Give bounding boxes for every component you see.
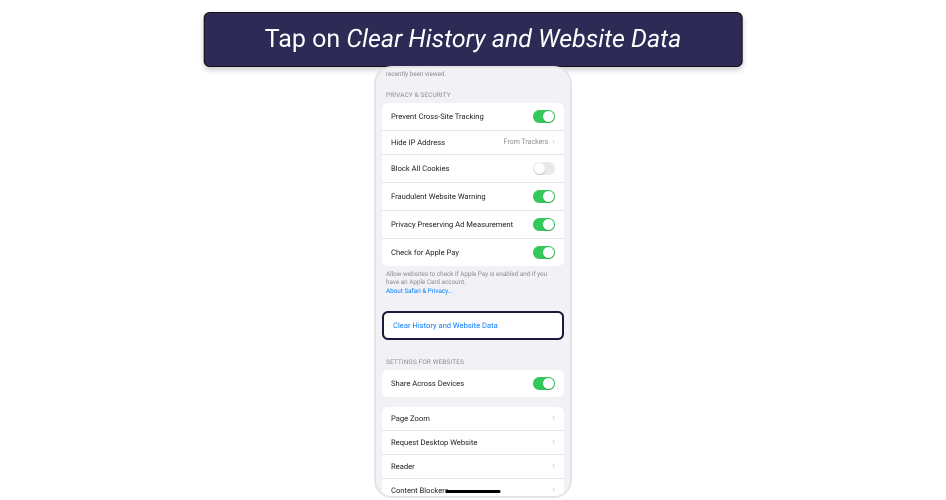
row-label: Hide IP Address — [391, 138, 504, 147]
toggle-on[interactable] — [533, 110, 555, 123]
privacy-footer: Allow websites to check if Apple Pay is … — [376, 266, 570, 302]
privacy-ad-row[interactable]: Privacy Preserving Ad Measurement — [382, 211, 564, 239]
about-safari-privacy-link[interactable]: About Safari & Privacy... — [386, 287, 453, 295]
row-detail: From Trackers — [504, 138, 549, 146]
toggle-on[interactable] — [533, 246, 555, 259]
clear-history-button[interactable]: Clear History and Website Data — [384, 313, 562, 338]
row-label: Block All Cookies — [391, 164, 533, 173]
chevron-right-icon: › — [552, 138, 555, 147]
privacy-security-header: PRIVACY & SECURITY — [376, 83, 570, 103]
home-indicator[interactable] — [446, 490, 501, 493]
toggle-on[interactable] — [533, 190, 555, 203]
toggle-on[interactable] — [533, 377, 555, 390]
fraudulent-warning-row[interactable]: Fraudulent Website Warning — [382, 183, 564, 211]
privacy-security-group: Prevent Cross-Site Tracking Hide IP Addr… — [382, 103, 564, 266]
settings-websites-header: SETTINGS FOR WEBSITES — [376, 350, 570, 370]
chevron-right-icon: › — [552, 438, 555, 447]
row-label: Check for Apple Pay — [391, 248, 533, 257]
cut-off-footer-text: recently been viewed. — [376, 68, 570, 83]
row-label: Privacy Preserving Ad Measurement — [391, 220, 533, 229]
share-across-row[interactable]: Share Across Devices — [382, 370, 564, 397]
prevent-cross-site-row[interactable]: Prevent Cross-Site Tracking — [382, 103, 564, 131]
row-label: Reader — [391, 462, 552, 471]
settings-screen: recently been viewed. PRIVACY & SECURITY… — [376, 68, 570, 496]
phone-frame: recently been viewed. PRIVACY & SECURITY… — [374, 66, 572, 498]
chevron-right-icon: › — [552, 462, 555, 471]
instruction-banner: Tap on Clear History and Website Data — [204, 12, 743, 67]
footer-text-content: Allow websites to check if Apple Pay is … — [386, 270, 547, 287]
page-zoom-row[interactable]: Page Zoom › — [382, 407, 564, 431]
chevron-right-icon: › — [552, 486, 555, 495]
hide-ip-row[interactable]: Hide IP Address From Trackers › — [382, 131, 564, 155]
banner-prefix: Tap on — [265, 25, 347, 54]
content-blockers-row[interactable]: Content Blockers › — [382, 479, 564, 496]
row-label: Fraudulent Website Warning — [391, 192, 533, 201]
toggle-on[interactable] — [533, 218, 555, 231]
reader-row[interactable]: Reader › — [382, 455, 564, 479]
banner-emphasis: Clear History and Website Data — [346, 25, 681, 54]
toggle-off[interactable] — [533, 162, 555, 175]
row-label: Page Zoom — [391, 414, 552, 423]
chevron-right-icon: › — [552, 414, 555, 423]
website-settings-group: Page Zoom › Request Desktop Website › Re… — [382, 407, 564, 496]
row-label: Request Desktop Website — [391, 438, 552, 447]
apple-pay-row[interactable]: Check for Apple Pay — [382, 239, 564, 266]
share-across-group: Share Across Devices — [382, 370, 564, 397]
row-label: Share Across Devices — [391, 379, 533, 388]
clear-history-group: Clear History and Website Data — [382, 311, 564, 340]
row-label: Prevent Cross-Site Tracking — [391, 112, 533, 121]
block-cookies-row[interactable]: Block All Cookies — [382, 155, 564, 183]
request-desktop-row[interactable]: Request Desktop Website › — [382, 431, 564, 455]
